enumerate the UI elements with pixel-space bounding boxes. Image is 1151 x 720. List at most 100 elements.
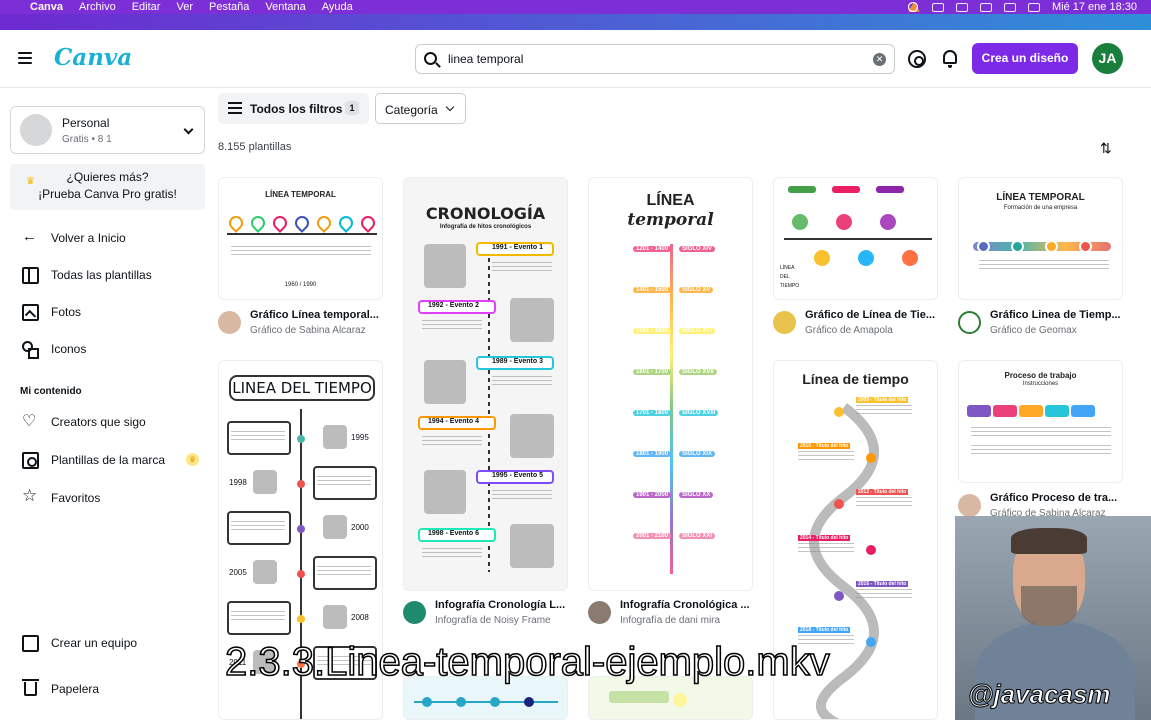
search-input[interactable]: linea temporal ✕	[415, 44, 895, 74]
card-meta[interactable]: Gráfico Linea de Tiemp... Gráfico de Geo…	[958, 309, 1123, 341]
card-meta[interactable]: Infografía Cronología L... Infografía de…	[403, 599, 568, 631]
siri-icon[interactable]	[907, 2, 918, 12]
sidebar-item-creators[interactable]: Creators que sigo	[22, 411, 146, 433]
avatar[interactable]: JA	[1092, 43, 1123, 74]
card-title: Gráfico de Línea de Tie...	[805, 309, 936, 321]
timeline-pin	[270, 213, 290, 233]
pro-promo[interactable]: ♛ ¿Quieres más? ¡Prueba Canva Pro gratis…	[10, 164, 205, 210]
timeline-dot	[490, 697, 500, 707]
template-card[interactable]: LÍNEA TEMPORAL Formación de una empresa	[958, 177, 1123, 300]
sidebar-item-label: Volver a Inicio	[51, 231, 126, 245]
menu-ayuda[interactable]: Ayuda	[322, 1, 353, 13]
milestone-dot	[834, 499, 844, 509]
template-card[interactable]: LÍNEA temporal 1201 - 1400 SIGLO XIV SIGLO…	[588, 177, 753, 591]
control-center-icon[interactable]	[1027, 2, 1040, 12]
menu-icon[interactable]	[18, 52, 32, 67]
placeholder-text	[798, 543, 854, 555]
author-avatar	[958, 494, 981, 517]
all-filters-label: Todos los filtros	[250, 102, 343, 116]
menu-pestana[interactable]: Pestaña	[209, 1, 249, 13]
filter-count-badge: 1	[345, 101, 359, 115]
bluetooth-icon[interactable]	[955, 2, 968, 12]
thumb-title: Línea de tiempo	[802, 371, 909, 387]
year-label: 2000	[351, 523, 369, 532]
sidebar-item-favorites[interactable]: Favoritos	[22, 486, 100, 509]
timeline-pin	[336, 213, 356, 233]
thumb-title: Proceso de trabajo	[1004, 371, 1077, 380]
milestone-label: 2009 - Título del hito	[856, 397, 909, 403]
clock[interactable]: Mié 17 ene 18:30	[1052, 1, 1137, 13]
bell-icon[interactable]	[943, 50, 957, 68]
period-label: 1801 - 1900	[633, 451, 672, 457]
sidebar-item-photos[interactable]: Fotos	[22, 301, 81, 323]
canva-logo[interactable]: Canva	[54, 44, 132, 71]
promo-line1: ¿Quieres más?	[66, 170, 149, 184]
period-label: SIGLO XV	[679, 287, 714, 293]
thumb-side-label: LÍNEA DEL TIEMPO	[780, 264, 799, 291]
account-name: Personal	[62, 116, 110, 130]
event-photo	[510, 298, 554, 342]
timeline-line	[227, 233, 377, 235]
timeline-dot	[456, 697, 466, 707]
card-meta[interactable]: Infografía Cronológica ... Infografía de…	[588, 599, 753, 631]
placeholder-text	[979, 260, 1109, 272]
card-meta[interactable]: Gráfico Línea temporal... Gráfico de Sab…	[218, 309, 383, 341]
trash-icon	[22, 679, 39, 696]
sidebar-item-home[interactable]: Volver a Inicio	[22, 227, 126, 249]
menu-ver[interactable]: Ver	[176, 1, 193, 13]
volume-icon[interactable]	[931, 2, 944, 12]
timeline-dot	[422, 697, 432, 707]
clear-search-icon[interactable]: ✕	[873, 53, 886, 66]
timeline-pin	[248, 213, 268, 233]
year-label: 1998	[229, 478, 247, 487]
template-card[interactable]: LÍNEA TEMPORAL 1960 / 1990	[218, 177, 383, 300]
card-title: Infografía Cronología L...	[435, 599, 566, 611]
sidebar-item-icons[interactable]: Iconos	[22, 338, 86, 360]
sidebar: Personal Gratis • 8 1 ♛ ¿Quieres más? ¡P…	[0, 89, 215, 720]
thumb-caption: 1960 / 1990	[284, 282, 317, 288]
thumb-subtitle: Instrucciones	[1022, 381, 1059, 387]
all-filters-button[interactable]: Todos los filtros 1	[218, 93, 369, 124]
timeline-dot	[977, 240, 990, 253]
thumb-title: LÍNEA TEMPORAL	[265, 190, 336, 199]
display-icon[interactable]	[979, 2, 992, 12]
card-meta[interactable]: Gráfico de Línea de Tie... Gráfico de Am…	[773, 309, 938, 341]
timeline-dot	[836, 214, 852, 230]
placeholder-text	[492, 262, 552, 274]
template-card[interactable]: LÍNEA DEL TIEMPO	[773, 177, 938, 300]
label-line: TIEMPO	[780, 283, 800, 289]
create-design-button[interactable]: Crea un diseño	[972, 43, 1078, 74]
search-value[interactable]: linea temporal	[448, 52, 523, 66]
menu-archivo[interactable]: Archivo	[79, 1, 116, 13]
period-label: SIGLO XXI	[679, 533, 716, 539]
sidebar-item-label: Papelera	[51, 682, 100, 696]
milestone-dot	[834, 591, 844, 601]
year-photo	[323, 605, 347, 629]
period-label: SIGLO XVIII	[679, 410, 719, 416]
placeholder-text	[317, 476, 371, 488]
account-switcher[interactable]: Personal Gratis • 8 1	[10, 106, 205, 154]
menu-app[interactable]: Canva	[30, 1, 63, 13]
sidebar-item-trash[interactable]: Papelera	[22, 678, 99, 700]
sort-icon[interactable]: ⇅	[1100, 140, 1112, 157]
arrow-left-icon	[22, 228, 39, 247]
period-label: 1201 - 1400	[633, 246, 672, 252]
battery-icon[interactable]	[1003, 2, 1016, 12]
milestone-label: 2014 - Título del hito	[798, 535, 851, 541]
sidebar-item-brand-templates[interactable]: Plantillas de la marca	[22, 449, 165, 471]
timeline-pin	[358, 213, 378, 233]
card-author: Infografía de Noisy Frame	[435, 615, 551, 626]
author-avatar	[588, 601, 611, 624]
placeholder-text	[971, 445, 1111, 457]
thumb-title: LÍNEA TEMPORAL	[996, 192, 1085, 203]
sidebar-item-templates[interactable]: Todas las plantillas	[22, 264, 152, 286]
template-card[interactable]: Proceso de trabajo Instrucciones	[958, 360, 1123, 483]
category-dropdown[interactable]: Categoría	[375, 93, 466, 124]
template-card[interactable]: CRONOLOGÍA Infografía de hitos cronológi…	[403, 177, 568, 591]
gear-icon[interactable]	[908, 50, 926, 68]
sidebar-item-create-team[interactable]: Crear un equipo	[22, 632, 137, 654]
thumb-title: LÍNEA	[646, 192, 695, 209]
sidebar-item-label: Fotos	[51, 305, 82, 319]
menu-editar[interactable]: Editar	[132, 1, 161, 13]
menu-ventana[interactable]: Ventana	[265, 1, 305, 13]
